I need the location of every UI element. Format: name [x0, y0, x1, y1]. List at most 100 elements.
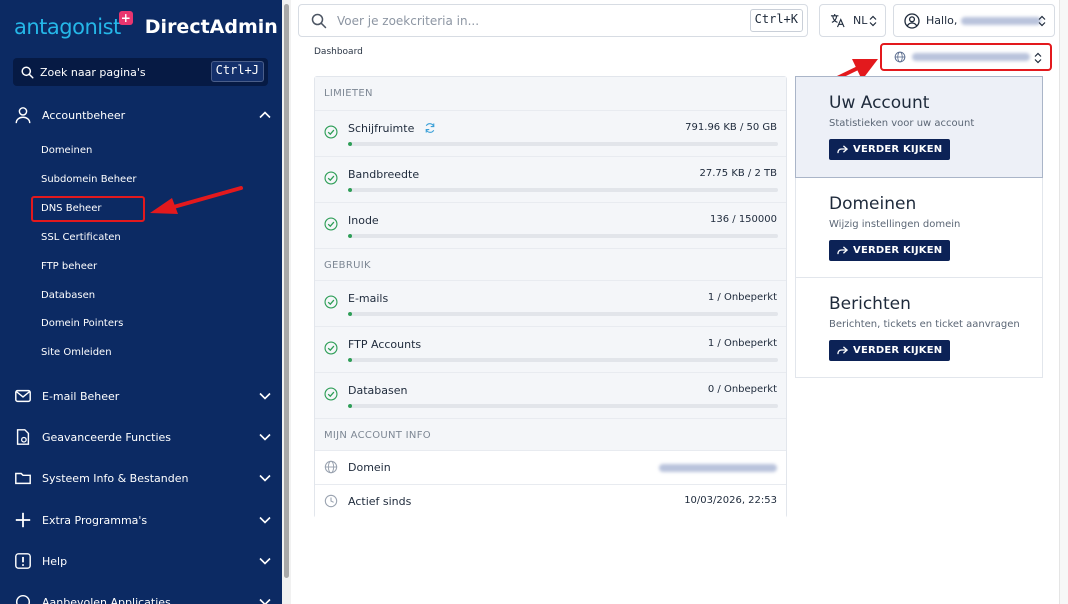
sidebar-section-accountbeheer[interactable]: Accountbeheer [14, 103, 272, 127]
breadcrumb[interactable]: Dashboard [314, 47, 363, 57]
info-row-domain: Domein [315, 450, 786, 484]
share-arrow-icon [837, 145, 848, 154]
chevron-down-icon [259, 392, 271, 400]
sidebar-section-geavanceerde-functies[interactable]: Geavanceerde Functies [14, 425, 272, 449]
panel-domeinen[interactable]: Domeinen Wijzig instellingen domein VERD… [795, 178, 1043, 278]
info-value: 10/03/2026, 22:53 [684, 495, 777, 506]
user-menu[interactable]: Hallo, [893, 4, 1055, 37]
check-circle-icon [324, 171, 338, 185]
global-search[interactable]: Voer je zoekcriteria in... Ctrl+K [298, 4, 808, 37]
envelope-icon [15, 389, 31, 403]
globe-icon [894, 51, 906, 63]
username-redacted [961, 16, 1042, 25]
chevron-down-icon [259, 474, 271, 482]
globe-icon [324, 460, 338, 474]
section-header-account-info: MIJN ACCOUNT INFO [315, 418, 786, 451]
sidebar-section-label: Help [42, 554, 68, 568]
panel-berichten[interactable]: Berichten Berichten, tickets en ticket a… [795, 278, 1043, 378]
verder-kijken-button[interactable]: VERDER KIJKEN [829, 139, 951, 160]
sidebar-scrollbar[interactable] [282, 0, 291, 604]
progress-bar [348, 358, 778, 362]
sidebar-search[interactable]: Zoek naar pagina's Ctrl+J [13, 58, 268, 86]
chevron-down-icon [259, 433, 271, 441]
sidebar: antagonist + DirectAdmin Zoek naar pagin… [0, 0, 282, 604]
search-icon [311, 13, 327, 28]
sidebar-item-domein-pointers[interactable]: Domein Pointers [41, 318, 123, 329]
share-arrow-icon [837, 246, 848, 255]
stat-row: FTP Accounts 1 / Onbeperkt [315, 326, 786, 372]
scrollbar-thumb[interactable] [284, 4, 289, 578]
search-icon [21, 65, 34, 79]
sidebar-item-ftp-beheer[interactable]: FTP beheer [41, 261, 97, 272]
stat-value: 136 / 150000 [710, 214, 777, 225]
stat-row: Inode 136 / 150000 [315, 202, 786, 248]
progress-bar [348, 142, 778, 146]
sidebar-section-extra-programmas[interactable]: Extra Programma's [14, 508, 272, 532]
progress-bar [348, 312, 778, 316]
sidebar-section-aanbevolen-applicaties[interactable]: Aanbevolen Applicaties [14, 590, 272, 604]
stat-row: Databasen 0 / Onbeperkt [315, 372, 786, 418]
apps-icon [15, 594, 31, 604]
stat-name: FTP Accounts [348, 338, 422, 351]
progress-fill [348, 142, 352, 146]
sidebar-item-subdomein-beheer[interactable]: Subdomein Beheer [41, 174, 136, 185]
sidebar-item-domeinen[interactable]: Domeinen [41, 145, 92, 156]
progress-fill [348, 312, 352, 316]
progress-fill [348, 188, 352, 192]
stat-name: Databasen [348, 384, 408, 397]
sidebar-item-site-omleiden[interactable]: Site Omleiden [41, 347, 112, 358]
language-select[interactable]: NL [819, 4, 886, 37]
check-circle-icon [324, 387, 338, 401]
panel-title: Berichten [829, 294, 911, 314]
folder-icon [15, 472, 31, 485]
sidebar-section-label: Extra Programma's [42, 513, 148, 527]
progress-fill [348, 404, 352, 408]
button-label: VERDER KIJKEN [853, 345, 943, 356]
check-circle-icon [324, 217, 338, 231]
domain-select[interactable] [880, 43, 1052, 71]
user-circle-icon [904, 12, 920, 29]
panel-desc: Statistieken voor uw account [829, 118, 975, 129]
exclamation-icon [15, 553, 31, 569]
stats-card: LIMIETEN Schijfruimte 791.96 KB / 50 GB … [314, 76, 787, 518]
user-icon [15, 107, 31, 124]
stat-value: 1 / Onbeperkt [707, 292, 777, 303]
panel-uw-account[interactable]: Uw Account Statistieken voor uw account … [795, 76, 1043, 178]
sidebar-section-label: Geavanceerde Functies [42, 430, 171, 444]
panel-desc: Wijzig instellingen domein [829, 219, 961, 230]
sidebar-section-email-beheer[interactable]: E-mail Beheer [14, 384, 272, 408]
domain-redacted [912, 53, 1030, 61]
updown-icon [1034, 52, 1042, 64]
brand-name: DirectAdmin [144, 16, 278, 38]
panel-desc: Berichten, tickets en ticket aanvragen [829, 319, 1020, 330]
language-label: NL [853, 14, 868, 27]
sidebar-section-systeem-info[interactable]: Systeem Info & Bestanden [14, 466, 272, 490]
progress-bar [348, 234, 778, 238]
plus-icon [15, 512, 31, 528]
button-label: VERDER KIJKEN [853, 144, 943, 155]
translate-icon [830, 13, 845, 28]
stat-name: Inode [348, 214, 379, 227]
button-label: VERDER KIJKEN [853, 245, 943, 256]
sidebar-item-ssl-certificaten[interactable]: SSL Certificaten [41, 232, 121, 243]
stat-value: 27.75 KB / 2 TB [699, 168, 777, 179]
document-gear-icon [16, 429, 30, 445]
panel-title: Domeinen [829, 194, 917, 214]
sidebar-item-databasen[interactable]: Databasen [41, 290, 95, 301]
progress-bar [348, 188, 778, 192]
verder-kijken-button[interactable]: VERDER KIJKEN [829, 240, 951, 261]
stat-value: 0 / Onbeperkt [707, 384, 777, 395]
search-placeholder: Voer je zoekcriteria in... [337, 13, 480, 28]
share-arrow-icon [837, 346, 848, 355]
sidebar-section-help[interactable]: Help [14, 549, 272, 573]
plus-badge-icon: + [118, 11, 133, 25]
main-scrollbar[interactable] [1059, 0, 1068, 604]
stat-name: Bandbreedte [348, 168, 420, 181]
verder-kijken-button[interactable]: VERDER KIJKEN [829, 340, 951, 361]
sidebar-search-label: Zoek naar pagina's [40, 65, 146, 79]
stat-name: Schijfruimte [348, 122, 436, 135]
logo[interactable]: antagonist + DirectAdmin [14, 10, 278, 44]
refresh-icon[interactable] [424, 122, 436, 134]
progress-bar [348, 404, 778, 408]
chevron-down-icon [259, 598, 271, 604]
